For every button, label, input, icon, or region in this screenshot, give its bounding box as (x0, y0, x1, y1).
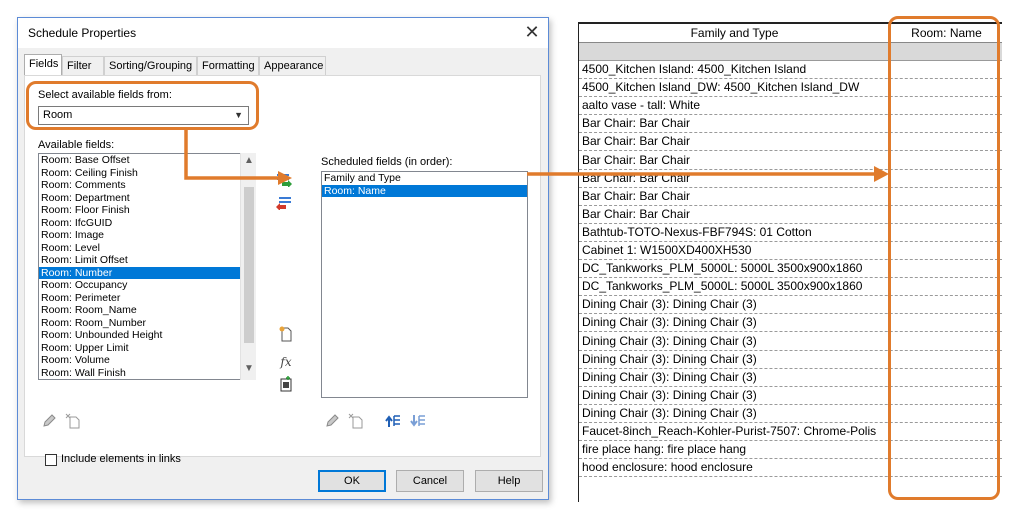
callout-arrows (184, 130, 889, 185)
